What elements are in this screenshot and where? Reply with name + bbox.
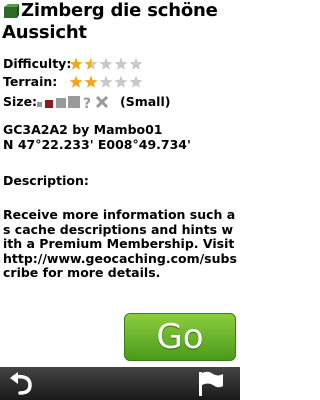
terrain-row: Terrain: [3, 74, 203, 90]
star-icon [114, 75, 128, 88]
difficulty-row: Difficulty: [3, 56, 203, 72]
cache-box-icon [4, 4, 19, 18]
flag-icon[interactable] [196, 370, 224, 397]
star-icon [129, 57, 143, 70]
star-icon [114, 57, 128, 70]
back-arrow-icon[interactable] [8, 371, 36, 397]
terrain-label: Terrain: [3, 74, 58, 89]
star-icon [99, 75, 113, 88]
svg-text:?: ? [83, 96, 91, 110]
title-line2: Aussicht [2, 22, 87, 43]
go-button[interactable]: Go [124, 313, 236, 361]
bottom-bar [0, 367, 240, 400]
star-icon [69, 57, 83, 70]
go-label: Go [156, 317, 204, 357]
difficulty-label: Difficulty: [3, 56, 72, 71]
size-label: Size: [3, 94, 38, 109]
description-text: Receive more information such as cache d… [3, 207, 237, 280]
star-icon [84, 75, 98, 88]
star-icon [99, 57, 113, 70]
description-label: Description: [3, 173, 89, 188]
star-icon [69, 75, 83, 88]
size-row: Size: ? (Small) [3, 93, 237, 111]
size-scale-icon: ? [37, 96, 109, 110]
star-icon [129, 75, 143, 88]
cache-coordinates: N 47°22.233' E008°49.734' [3, 137, 191, 152]
cache-code-owner: GC3A2A2 by Mambo01 [3, 122, 163, 137]
star-icon [84, 57, 98, 70]
cache-title: Zimberg die schöne Aussicht [0, 0, 240, 48]
title-line1: Zimberg die schöne [21, 0, 218, 21]
size-value: (Small) [120, 94, 171, 109]
